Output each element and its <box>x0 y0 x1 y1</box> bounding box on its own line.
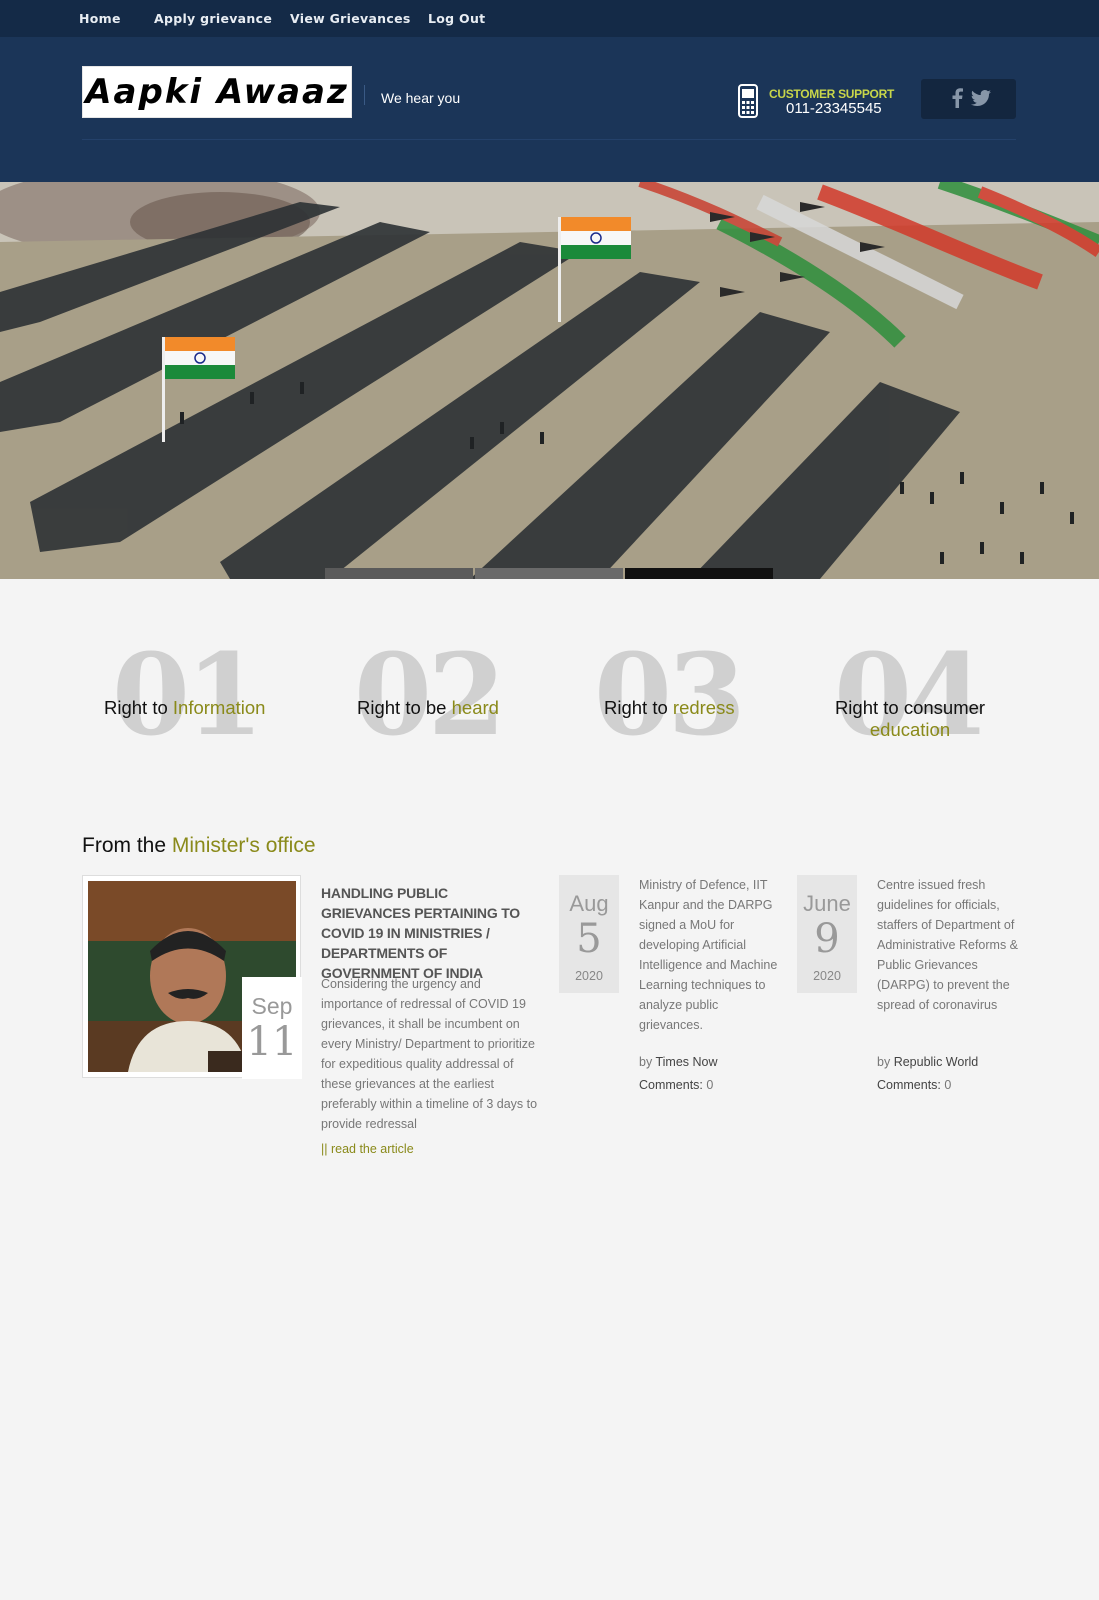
right-number: 02 <box>354 630 506 761</box>
news-month: Aug <box>569 891 609 916</box>
support-phone-number: 011-23345545 <box>786 100 882 117</box>
news-comments: Comments: 0 <box>639 1078 714 1092</box>
news-source-name[interactable]: Times Now <box>655 1055 717 1069</box>
phone-icon <box>738 84 758 118</box>
right-item-heard: 02 Right to be heard <box>354 640 554 760</box>
header-divider <box>82 139 1016 140</box>
nav-apply-grievance-link[interactable]: Apply grievance <box>154 11 272 26</box>
site-logo[interactable]: Aapki Awaaz <box>82 66 352 118</box>
news-date-badge: Aug 5 2020 <box>559 875 619 993</box>
news-date-badge: June 9 2020 <box>797 875 857 993</box>
news-month: June <box>803 891 851 916</box>
right-item-consumer-education: 04 Right to consumer education <box>834 640 1034 760</box>
featured-date-badge: Sep 11 <box>242 977 302 1079</box>
news-source: by Times Now <box>639 1055 718 1069</box>
logo-text: Aapki Awaaz <box>85 72 349 112</box>
nav-view-grievances-link[interactable]: View Grievances <box>290 11 411 26</box>
slider-pagination <box>325 568 773 579</box>
right-label: Right to consumer education <box>834 697 986 740</box>
news-body: Ministry of Defence, IIT Kanpur and the … <box>639 878 778 1032</box>
read-article-link[interactable]: || read the article <box>321 1142 414 1156</box>
news-year: 2020 <box>813 969 841 983</box>
news-year: 2020 <box>575 969 603 983</box>
support-title: CUSTOMER SUPPORT <box>769 87 894 101</box>
news-source: by Republic World <box>877 1055 979 1069</box>
right-number: 03 <box>594 630 746 761</box>
right-label: Right to be heard <box>357 697 499 718</box>
featured-article-photo-frame[interactable]: Sep 11 <box>82 875 302 1079</box>
right-item-information: 01 Right to Information <box>104 640 304 760</box>
news-day: 9 <box>814 916 840 962</box>
featured-month: Sep <box>251 993 293 1019</box>
slider-dot-1[interactable] <box>325 568 473 579</box>
right-number: 01 <box>112 630 264 761</box>
featured-article-title[interactable]: HANDLING PUBLIC GRIEVANCES PERTAINING TO… <box>321 883 541 983</box>
right-label: Right to Information <box>104 697 266 718</box>
slider-dot-2[interactable] <box>475 568 623 579</box>
nav-home-link[interactable]: Home <box>79 11 121 26</box>
social-links <box>921 79 1016 119</box>
site-header: Aapki Awaaz We hear you CUSTOMER SUPPORT… <box>0 37 1099 182</box>
right-item-redress: 03 Right to redress <box>594 640 794 760</box>
news-source-name[interactable]: Republic World <box>894 1055 979 1069</box>
top-nav: Home Apply grievance View Grievances Log… <box>0 0 1099 37</box>
flag-left <box>165 337 235 379</box>
hero-illustration <box>0 182 1099 579</box>
right-label: Right to redress <box>604 697 735 718</box>
news-day: 5 <box>576 916 602 962</box>
featured-article-body: Considering the urgency and importance o… <box>321 977 538 1131</box>
twitter-icon[interactable] <box>971 90 991 106</box>
featured-day: 11 <box>246 1019 298 1065</box>
flag-right <box>561 217 631 259</box>
section-title: From the Minister's office <box>82 834 316 857</box>
facebook-icon[interactable] <box>951 88 963 108</box>
tagline-divider <box>364 85 365 105</box>
nav-logout-link[interactable]: Log Out <box>428 11 485 26</box>
tagline: We hear you <box>381 90 461 106</box>
slider-dot-3[interactable] <box>625 568 773 579</box>
hero-banner-image <box>0 182 1099 579</box>
news-comments: Comments: 0 <box>877 1078 952 1092</box>
news-body: Centre issued fresh guidelines for offic… <box>877 878 1019 1012</box>
